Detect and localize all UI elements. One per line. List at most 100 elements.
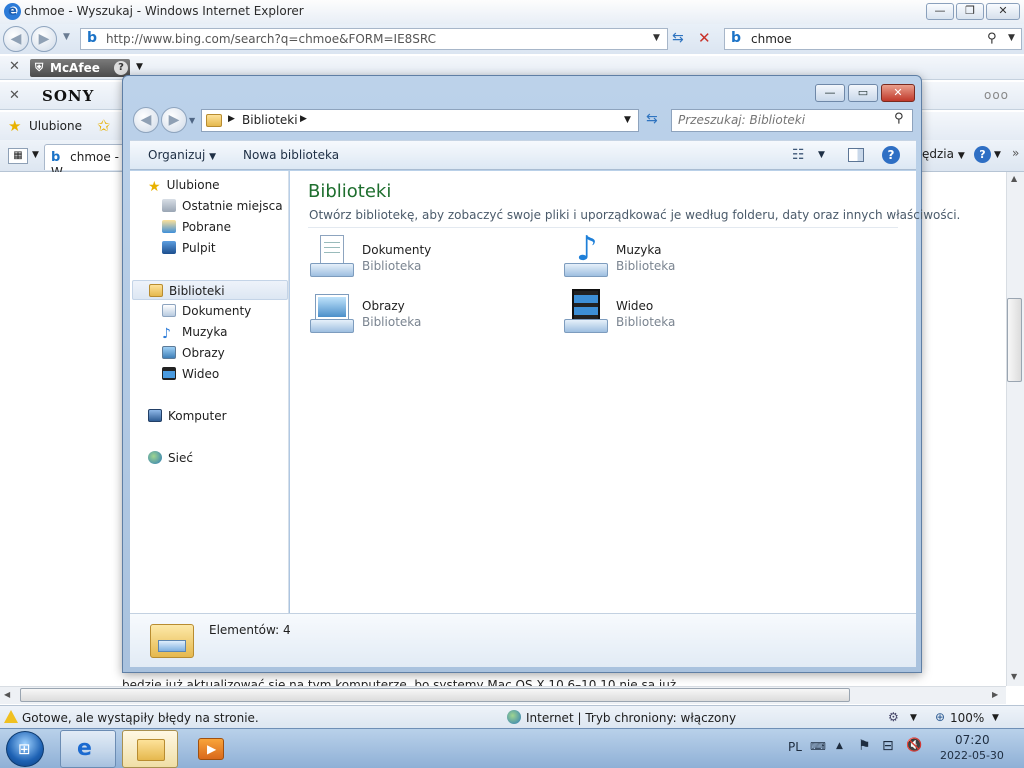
toolbar-close-icon[interactable]: ✕ xyxy=(9,88,20,103)
nav-item-computer[interactable]: Komputer xyxy=(148,406,227,426)
protected-mode-dropdown-icon[interactable]: ▼ xyxy=(910,713,917,723)
explorer-back-icon[interactable]: ◀ xyxy=(133,107,159,133)
ie-minimize-button[interactable]: — xyxy=(926,3,954,20)
vertical-scrollbar[interactable]: ▲ ▼ xyxy=(1006,172,1024,686)
action-center-flag-icon[interactable]: ⚑ xyxy=(858,738,871,754)
breadcrumb-libraries[interactable]: Biblioteki xyxy=(242,113,298,127)
volume-muted-icon[interactable]: 🔇 xyxy=(906,738,922,753)
more-options-icon[interactable]: ooo xyxy=(984,88,1009,102)
breadcrumb-arrow-icon[interactable]: ▶ xyxy=(228,114,235,124)
zoom-level[interactable]: 100% xyxy=(950,711,984,725)
tools-menu[interactable]: ędzia ▼ xyxy=(922,147,965,161)
history-dropdown-icon[interactable]: ▼ xyxy=(63,32,70,42)
nav-item-videos[interactable]: Wideo xyxy=(162,364,219,384)
protected-mode-icon[interactable]: ⚙ xyxy=(888,710,899,724)
breadcrumb-arrow-icon[interactable]: ▶ xyxy=(300,114,307,124)
address-bar[interactable]: b http://www.bing.com/search?q=chmoe&FOR… xyxy=(80,28,668,50)
nav-item-recent-places[interactable]: Ostatnie miejsca xyxy=(162,196,283,216)
nav-label: Pobrane xyxy=(182,220,232,234)
ie-search-input[interactable]: chmoe xyxy=(751,32,792,46)
taskbar-windows-explorer[interactable] xyxy=(122,730,178,768)
forward-arrow-icon[interactable]: ▶ xyxy=(31,26,57,52)
scroll-up-icon[interactable]: ▲ xyxy=(1011,174,1017,183)
address-dropdown-icon[interactable]: ▼ xyxy=(653,33,660,43)
scroll-down-icon[interactable]: ▼ xyxy=(1011,672,1017,681)
ie-title-bar[interactable]: e chmoe - Wyszukaj - Windows Internet Ex… xyxy=(0,0,1024,24)
favorites-star-icon[interactable]: ★ xyxy=(8,117,21,135)
help-dropdown-icon[interactable]: ▼ xyxy=(994,150,1001,160)
nav-item-downloads[interactable]: Pobrane xyxy=(162,217,231,237)
explorer-search-box[interactable]: ⚲ xyxy=(671,109,913,132)
organize-menu-button[interactable]: Organizuj ▼ xyxy=(148,148,216,162)
scroll-left-icon[interactable]: ◀ xyxy=(4,690,10,699)
help-icon[interactable]: ? xyxy=(114,61,128,75)
pictures-icon xyxy=(162,346,176,359)
mcafee-dropdown-icon[interactable]: ▼ xyxy=(136,62,143,72)
taskbar-internet-explorer[interactable]: e xyxy=(60,730,116,768)
refresh-icon[interactable]: ⇆ xyxy=(672,30,684,46)
ie-close-button[interactable]: ✕ xyxy=(986,3,1020,20)
add-favorite-icon[interactable]: ✩ xyxy=(97,116,110,135)
network-icon[interactable]: ⊟ xyxy=(882,738,894,754)
zoom-dropdown-icon[interactable]: ▼ xyxy=(992,713,999,723)
library-item-documents[interactable]: Dokumenty Biblioteka xyxy=(308,233,548,283)
toolbar-overflow-icon[interactable]: » xyxy=(1012,146,1019,160)
nav-item-music[interactable]: ♪ Muzyka xyxy=(162,322,227,342)
help-icon[interactable]: ? xyxy=(974,146,991,163)
ie-restore-button[interactable]: ❐ xyxy=(956,3,984,20)
address-history-dropdown-icon[interactable]: ▼ xyxy=(624,115,631,125)
clock-date[interactable]: 2022-05-30 xyxy=(940,749,1004,762)
search-icon[interactable]: ⚲ xyxy=(987,31,997,46)
explorer-refresh-icon[interactable]: ⇆ xyxy=(646,111,658,127)
libraries-explorer-window[interactable]: — ▭ ✕ ◀ ▶ ▼ ▶ Biblioteki ▶ ▼ ⇆ ⚲ Organiz… xyxy=(122,75,960,673)
nav-item-documents[interactable]: Dokumenty xyxy=(162,301,251,321)
library-name: Dokumenty xyxy=(362,243,432,257)
nav-item-pictures[interactable]: Obrazy xyxy=(162,343,225,363)
nav-item-network[interactable]: Sieć xyxy=(148,448,193,468)
explorer-maximize-button[interactable]: ▭ xyxy=(848,84,878,102)
show-hidden-icons-icon[interactable]: ▲ xyxy=(836,741,843,751)
search-icon[interactable]: ⚲ xyxy=(894,111,904,126)
media-player-icon[interactable]: ▶ xyxy=(198,738,224,760)
explorer-address-bar[interactable]: ▶ Biblioteki ▶ ▼ xyxy=(201,109,639,132)
ie-search-box[interactable]: b chmoe ⚲ ▼ xyxy=(724,28,1022,50)
nav-item-libraries[interactable]: Biblioteki xyxy=(132,280,288,300)
favorites-button[interactable]: Ulubione xyxy=(29,119,82,133)
browser-tab[interactable]: b chmoe - W xyxy=(44,144,130,179)
library-item-music[interactable]: ♪ Muzyka Biblioteka xyxy=(562,229,802,283)
change-view-icon[interactable]: ☷ xyxy=(792,147,805,163)
preview-pane-icon[interactable] xyxy=(848,148,864,162)
stop-icon[interactable]: ✕ xyxy=(698,29,711,47)
address-input[interactable]: http://www.bing.com/search?q=chmoe&FORM=… xyxy=(106,32,436,46)
library-item-videos[interactable]: Wideo Biblioteka xyxy=(562,289,802,339)
quick-tabs-icon[interactable]: ▦ xyxy=(8,148,28,164)
horizontal-scroll-thumb[interactable] xyxy=(20,688,850,702)
tab-list-dropdown-icon[interactable]: ▼ xyxy=(32,150,39,160)
explorer-forward-icon[interactable]: ▶ xyxy=(161,107,187,133)
explorer-search-input[interactable] xyxy=(678,113,888,127)
back-arrow-icon[interactable]: ◀ xyxy=(3,26,29,52)
nav-item-favorites[interactable]: ★ Ulubione xyxy=(148,175,220,195)
keyboard-icon[interactable]: ⌨ xyxy=(810,740,826,753)
mcafee-button[interactable]: ⛨ McAfee ? xyxy=(30,59,130,77)
new-library-button[interactable]: Nowa biblioteka xyxy=(243,148,339,162)
security-zone-text[interactable]: Internet | Tryb chroniony: włączony xyxy=(526,711,736,725)
scroll-right-icon[interactable]: ▶ xyxy=(992,690,998,699)
start-button[interactable]: ⊞ xyxy=(6,731,44,767)
explorer-details-pane: Elementów: 4 xyxy=(130,613,916,667)
explorer-close-button[interactable]: ✕ xyxy=(881,84,915,102)
warning-icon[interactable] xyxy=(4,710,18,723)
nav-item-desktop[interactable]: Pulpit xyxy=(162,238,216,258)
library-item-pictures[interactable]: Obrazy Biblioteka xyxy=(308,289,548,339)
status-text[interactable]: Gotowe, ale wystąpiły błędy na stronie. xyxy=(22,711,259,725)
explorer-minimize-button[interactable]: — xyxy=(815,84,845,102)
recent-pages-dropdown-icon[interactable]: ▼ xyxy=(189,116,195,125)
vertical-scroll-thumb[interactable] xyxy=(1007,298,1022,382)
toolbar-close-icon[interactable]: ✕ xyxy=(9,59,20,74)
language-indicator[interactable]: PL xyxy=(788,740,802,754)
view-options-dropdown-icon[interactable]: ▼ xyxy=(818,150,825,160)
sony-logo[interactable]: SONY xyxy=(42,87,94,105)
clock-time[interactable]: 07:20 xyxy=(955,733,990,747)
help-icon[interactable]: ? xyxy=(882,146,900,164)
search-dropdown-icon[interactable]: ▼ xyxy=(1008,33,1015,43)
